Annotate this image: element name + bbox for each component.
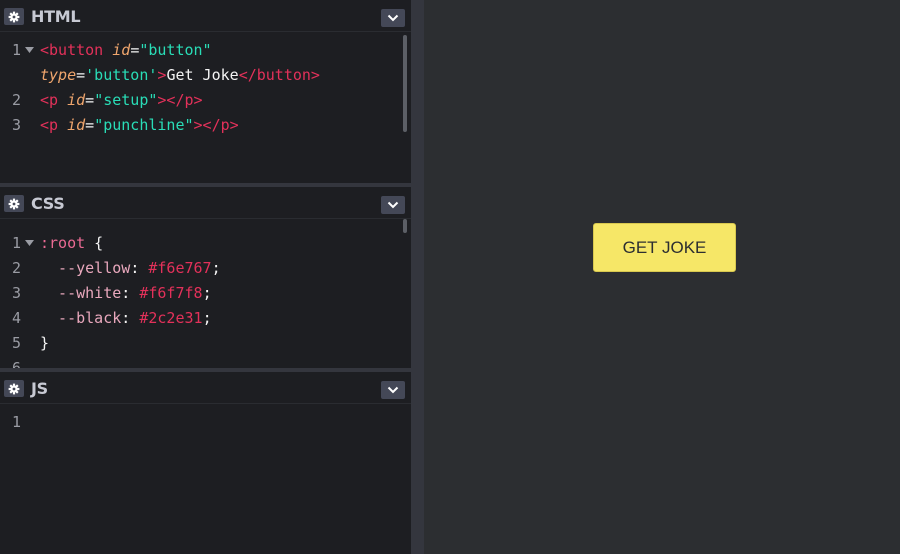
- code-text: <button id="button": [40, 38, 212, 63]
- line-number: 2: [12, 259, 22, 277]
- code-token: --black: [40, 309, 122, 327]
- line-number: 1: [12, 234, 22, 252]
- line-number: 5: [12, 334, 22, 352]
- code-token: --yellow: [40, 259, 131, 277]
- js-code-editor[interactable]: 1: [0, 404, 411, 554]
- chevron-down-icon: [387, 14, 399, 22]
- css-collapse-button[interactable]: [381, 196, 405, 214]
- code-token: "punchline": [94, 116, 194, 134]
- code-token: #f6e767: [148, 259, 212, 277]
- code-token: id: [112, 41, 131, 59]
- gear-icon: [8, 383, 20, 394]
- html-panel: HTML 1 <button id="button" type='button'>G…: [0, 0, 411, 183]
- code-token: id: [67, 91, 86, 109]
- js-panel: JS 1: [0, 372, 411, 554]
- code-token: </button>: [238, 66, 320, 84]
- code-text: }: [40, 331, 49, 356]
- chevron-down-icon: [387, 386, 399, 394]
- html-panel-title: HTML: [31, 7, 81, 26]
- code-token: :: [121, 284, 140, 302]
- code-token: <button: [40, 41, 113, 59]
- code-line: 3 --white: #f6f7f8;: [0, 281, 395, 306]
- html-collapse-button[interactable]: [381, 9, 405, 27]
- code-token: =: [76, 66, 86, 84]
- code-line: 2 <p id="setup"></p>: [0, 88, 395, 113]
- code-token: "setup": [94, 91, 158, 109]
- gear-icon: [8, 198, 20, 209]
- css-panel-header: CSS: [0, 187, 411, 219]
- chevron-down-icon: [387, 201, 399, 209]
- js-panel-title: JS: [31, 379, 48, 398]
- code-token: ;: [202, 309, 212, 327]
- html-panel-header: HTML: [0, 0, 411, 32]
- code-token: }: [40, 334, 50, 352]
- code-line: 1 :root {: [0, 231, 395, 256]
- code-token: ;: [211, 259, 221, 277]
- code-token: =: [130, 41, 140, 59]
- js-panel-header: JS: [0, 372, 411, 404]
- code-token: 'button': [85, 66, 158, 84]
- code-token: <p: [40, 91, 68, 109]
- code-token: type: [40, 66, 77, 84]
- code-token: ></p>: [157, 91, 203, 109]
- css-code-editor[interactable]: 1:root {2 --yellow: #f6e767; 3 --white: #…: [0, 219, 411, 368]
- code-token: --white: [40, 284, 122, 302]
- line-number: 1: [12, 413, 22, 431]
- css-code: 1:root {2 --yellow: #f6e767; 3 --white: #…: [0, 219, 400, 368]
- result-preview: [424, 0, 900, 554]
- gear-icon: [8, 11, 20, 22]
- html-scrollbar[interactable]: [403, 35, 407, 132]
- code-token: Get Joke: [166, 66, 239, 84]
- code-line: 1: [0, 410, 395, 435]
- fold-arrow-icon[interactable]: [25, 240, 34, 246]
- code-text: <p id="setup"></p>: [40, 88, 203, 113]
- code-token: :: [121, 309, 140, 327]
- code-text: <p id="punchline"></p>: [40, 113, 239, 138]
- code-line: 3 <p id="punchline"></p>: [0, 113, 395, 138]
- code-token: :root: [40, 234, 86, 252]
- js-settings-button[interactable]: [4, 380, 24, 397]
- js-code: 1: [0, 404, 400, 554]
- pane-resize-handle[interactable]: [411, 0, 424, 554]
- code-token: =: [85, 116, 95, 134]
- css-settings-button[interactable]: [4, 195, 24, 212]
- html-code-editor[interactable]: 1 <button id="button" type='button'>Get Jo…: [0, 32, 411, 183]
- code-line: 5}: [0, 331, 395, 356]
- code-line: 4 --black: #2c2e31;: [0, 306, 395, 331]
- line-number: 6: [12, 359, 22, 368]
- line-number: 3: [12, 116, 22, 134]
- js-collapse-button[interactable]: [381, 381, 405, 399]
- css-panel: CSS 1:root {2 --yellow: #f6e767; 3 --whit…: [0, 187, 411, 368]
- line-number: 3: [12, 284, 22, 302]
- code-line: type='button'>Get Joke</button>: [0, 63, 395, 88]
- line-number: 4: [12, 309, 22, 327]
- code-token: "button": [139, 41, 212, 59]
- code-text: --black: #2c2e31;: [40, 306, 212, 331]
- code-text: :root {: [40, 231, 103, 256]
- code-token: id: [67, 116, 86, 134]
- code-token: ></p>: [193, 116, 239, 134]
- code-token: ;: [202, 284, 212, 302]
- code-line: 1 <button id="button": [0, 38, 395, 63]
- fold-arrow-icon[interactable]: [25, 47, 34, 53]
- code-token: #f6f7f8: [139, 284, 203, 302]
- code-token: <p: [40, 116, 68, 134]
- css-scrollbar[interactable]: [403, 219, 407, 233]
- line-number: 1: [12, 41, 22, 59]
- html-settings-button[interactable]: [4, 8, 24, 25]
- code-text: --yellow: #f6e767;: [40, 256, 221, 281]
- get-joke-button[interactable]: GET JOKE: [593, 223, 736, 272]
- code-token: #2c2e31: [139, 309, 203, 327]
- code-line: 6: [0, 356, 395, 368]
- code-token: :: [130, 259, 149, 277]
- code-text: --white: #f6f7f8;: [40, 281, 212, 306]
- code-line: 2 --yellow: #f6e767;: [0, 256, 395, 281]
- code-token: {: [85, 234, 104, 252]
- editor-column: HTML 1 <button id="button" type='button'>G…: [0, 0, 411, 554]
- code-text: type='button'>Get Joke</button>: [40, 63, 320, 88]
- html-code: 1 <button id="button" type='button'>Get Jo…: [0, 32, 400, 183]
- line-number: 2: [12, 91, 22, 109]
- code-token: =: [85, 91, 95, 109]
- css-panel-title: CSS: [31, 194, 65, 213]
